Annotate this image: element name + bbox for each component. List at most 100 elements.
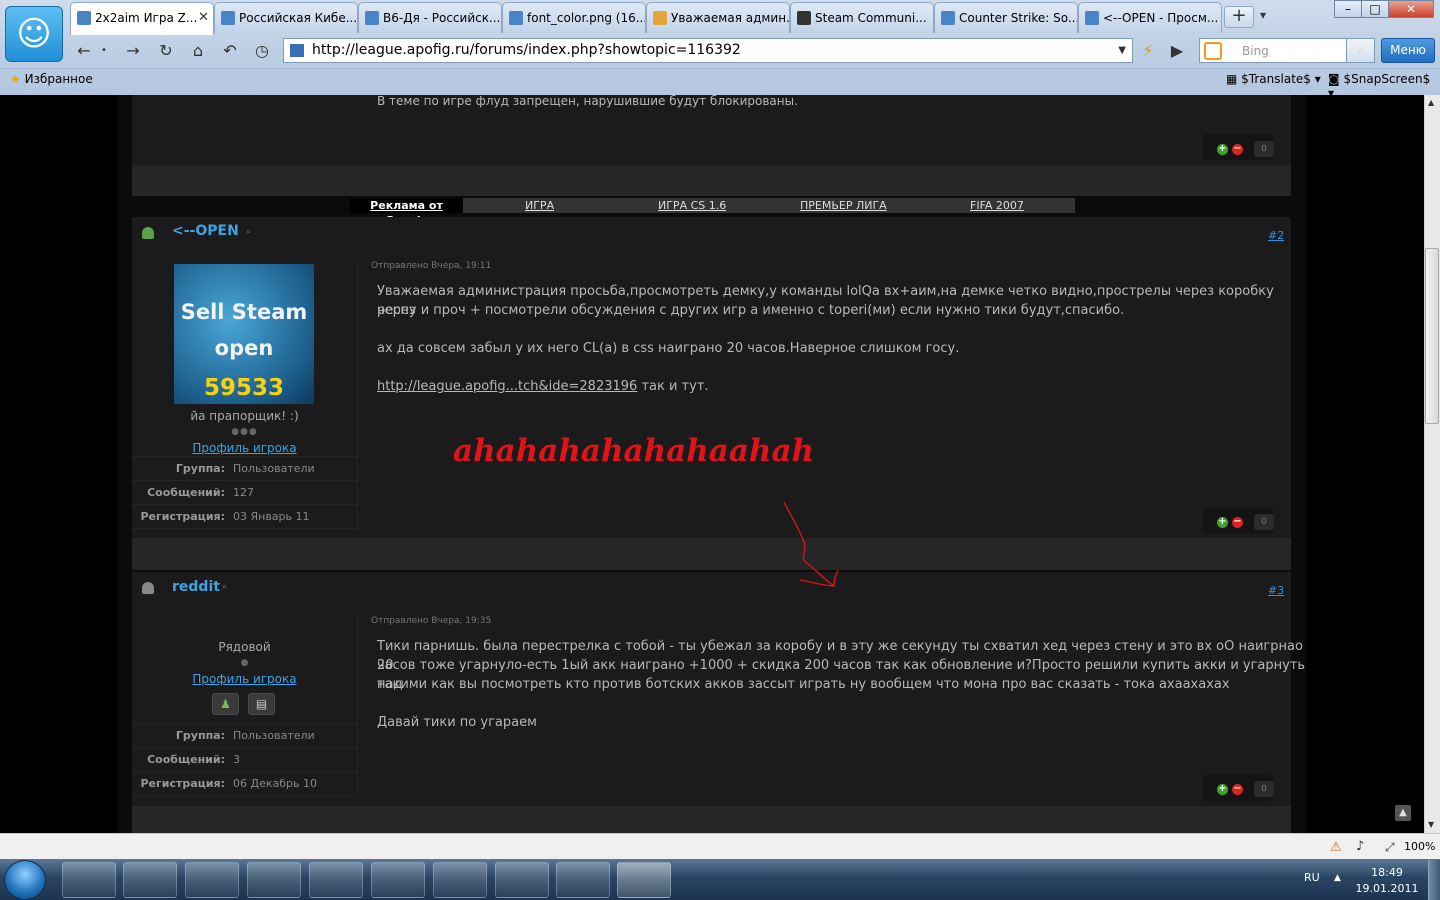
- post-author[interactable]: reddit: [172, 579, 220, 595]
- snapscreen-label: $SnapScreen$: [1343, 72, 1431, 86]
- author-popup-icon[interactable]: ⌕: [246, 227, 251, 237]
- explorer-taskbar-icon[interactable]: [62, 862, 116, 898]
- column-divider: [357, 615, 358, 795]
- forward-icon[interactable]: →: [122, 40, 144, 62]
- address-url[interactable]: http://league.apofig.ru/forums/index.php…: [312, 42, 741, 58]
- tab-font-color[interactable]: font_color.png (16...: [502, 2, 646, 33]
- zoom-icon[interactable]: ⤢: [1385, 840, 1395, 855]
- game-launcher-taskbar-icon[interactable]: [185, 862, 239, 898]
- post-separator: [132, 538, 1291, 570]
- search-input[interactable]: Bing: [1242, 44, 1269, 58]
- maxthon-taskbar-icon[interactable]: [123, 862, 177, 898]
- post-number[interactable]: #3: [1268, 584, 1284, 597]
- add-friend-icon[interactable]: ♟: [212, 693, 239, 715]
- history-dropdown-icon[interactable]: •: [97, 40, 111, 62]
- address-dropdown-icon[interactable]: ▼: [1118, 39, 1126, 62]
- scroll-top-icon[interactable]: ▲: [1395, 805, 1411, 821]
- tab-v6[interactable]: В6-Дя - Российск...: [358, 2, 502, 33]
- post-number[interactable]: #2: [1268, 229, 1284, 242]
- rep-minus-icon[interactable]: −: [1232, 784, 1243, 795]
- utility-taskbar-icon[interactable]: [371, 862, 425, 898]
- post-link[interactable]: http://league.apofig...tch&ide=2823196: [377, 379, 637, 394]
- search-icon[interactable]: ⌕: [1346, 38, 1375, 63]
- status-alert-icon[interactable]: ⚠: [1330, 840, 1342, 855]
- tab-steam[interactable]: Steam Communi...: [790, 2, 934, 33]
- firefox-taskbar-icon[interactable]: [247, 862, 301, 898]
- user-icon: [142, 582, 154, 594]
- page-favicon-icon: [653, 11, 667, 25]
- tab-title: Counter Strike: So...: [959, 11, 1078, 25]
- steam-taskbar-icon[interactable]: [617, 862, 671, 898]
- history-clock-icon[interactable]: ◷: [251, 40, 273, 62]
- post-author[interactable]: <--OPEN: [172, 223, 239, 239]
- language-indicator[interactable]: RU: [1304, 871, 1320, 884]
- user-rank: йа прапорщик! :): [190, 409, 299, 423]
- minimize-button[interactable]: –: [1334, 0, 1362, 18]
- divider: [132, 456, 357, 457]
- sound-icon[interactable]: ♪: [1356, 839, 1364, 854]
- undo-close-icon[interactable]: ↶: [219, 40, 241, 62]
- network-taskbar-icon[interactable]: [433, 862, 487, 898]
- user-rank: Рядовой: [218, 640, 271, 654]
- translate-label: $Translate$: [1241, 72, 1311, 86]
- monitor-taskbar-icon[interactable]: [495, 862, 549, 898]
- send-message-icon[interactable]: ▤: [248, 693, 275, 715]
- rep-plus-icon[interactable]: +: [1217, 144, 1228, 155]
- close-tab-icon[interactable]: ✕: [198, 10, 209, 25]
- clock[interactable]: 18:49 19.01.2011: [1352, 865, 1422, 897]
- scrollbar-thumb[interactable]: [1425, 248, 1439, 424]
- zoom-level[interactable]: 100%: [1404, 840, 1435, 853]
- scroll-down-icon[interactable]: ▼: [1428, 820, 1434, 829]
- page-scrollbar[interactable]: [1424, 95, 1440, 833]
- profile-link[interactable]: Профиль игрока: [132, 672, 357, 686]
- field-value: 3: [233, 753, 240, 766]
- tab-2x2aim[interactable]: 2x2aim Игра Z... ✕: [70, 2, 214, 35]
- tab-list-chevron-icon[interactable]: ▾: [1260, 8, 1266, 22]
- tab-counter-strike[interactable]: Counter Strike: So...: [934, 2, 1078, 33]
- profile-link[interactable]: Профиль игрока: [132, 441, 357, 455]
- new-tab-button[interactable]: +: [1224, 6, 1254, 28]
- overlay-scribble-text: ahahahahahahaahah: [453, 433, 815, 469]
- ad-label[interactable]: Реклама от Google: [350, 198, 463, 227]
- close-window-button[interactable]: ✕: [1388, 0, 1434, 18]
- address-bar[interactable]: http://league.apofig.ru/forums/index.php…: [283, 38, 1133, 63]
- ad-link-fifa[interactable]: FIFA 2007: [970, 199, 1024, 212]
- favorites-button[interactable]: ★ Избранное: [10, 72, 93, 86]
- ad-link-premier[interactable]: ПРЕМЬЕР ЛИГА: [800, 199, 887, 212]
- rep-minus-icon[interactable]: −: [1232, 144, 1243, 155]
- tray-expand-icon[interactable]: ▲: [1334, 873, 1341, 883]
- field-label: Регистрация:: [140, 510, 226, 523]
- author-popup-icon[interactable]: ⌕: [222, 582, 227, 592]
- maximize-button[interactable]: □: [1361, 0, 1389, 18]
- rep-plus-icon[interactable]: +: [1217, 517, 1228, 528]
- tab-title: 2x2aim Игра Z...: [95, 11, 198, 25]
- go-icon[interactable]: ▶: [1166, 40, 1188, 62]
- page-favicon-icon: [509, 11, 523, 25]
- ad-link-cs[interactable]: ИГРА CS 1.6: [658, 199, 726, 212]
- lightning-icon[interactable]: ⚡: [1137, 40, 1159, 62]
- post-link-suffix: так и тут.: [637, 379, 709, 394]
- divider: [132, 528, 357, 529]
- menu-button[interactable]: Меню: [1381, 38, 1435, 63]
- home-icon[interactable]: ⌂: [187, 40, 209, 62]
- tab-admin[interactable]: Уважаемая админ...: [646, 2, 790, 33]
- rep-minus-icon[interactable]: −: [1232, 517, 1243, 528]
- ad-link-game[interactable]: ИГРА: [525, 199, 554, 212]
- divider: [132, 504, 357, 505]
- skype-taskbar-icon[interactable]: [309, 862, 363, 898]
- scroll-up-icon[interactable]: ▲: [1428, 98, 1434, 107]
- avatar-text-line: open: [214, 336, 274, 360]
- page-favicon-icon: [1085, 11, 1099, 25]
- reload-icon[interactable]: ↻: [155, 40, 177, 62]
- field-label: Сообщений:: [147, 486, 225, 499]
- show-desktop-button[interactable]: [1428, 860, 1440, 900]
- tab-cyber[interactable]: Российская Кибе...: [214, 2, 358, 33]
- notes-taskbar-icon[interactable]: [556, 862, 610, 898]
- tab-open[interactable]: <--OPEN - Просм...: [1078, 2, 1222, 33]
- search-engine-icon[interactable]: [1204, 42, 1222, 60]
- rep-plus-icon[interactable]: +: [1217, 784, 1228, 795]
- back-icon[interactable]: ←: [73, 40, 95, 62]
- browser-logo-icon[interactable]: ☺: [5, 6, 63, 62]
- translate-button[interactable]: ▦ $Translate$ ▾: [1226, 72, 1321, 86]
- start-button[interactable]: [4, 860, 46, 900]
